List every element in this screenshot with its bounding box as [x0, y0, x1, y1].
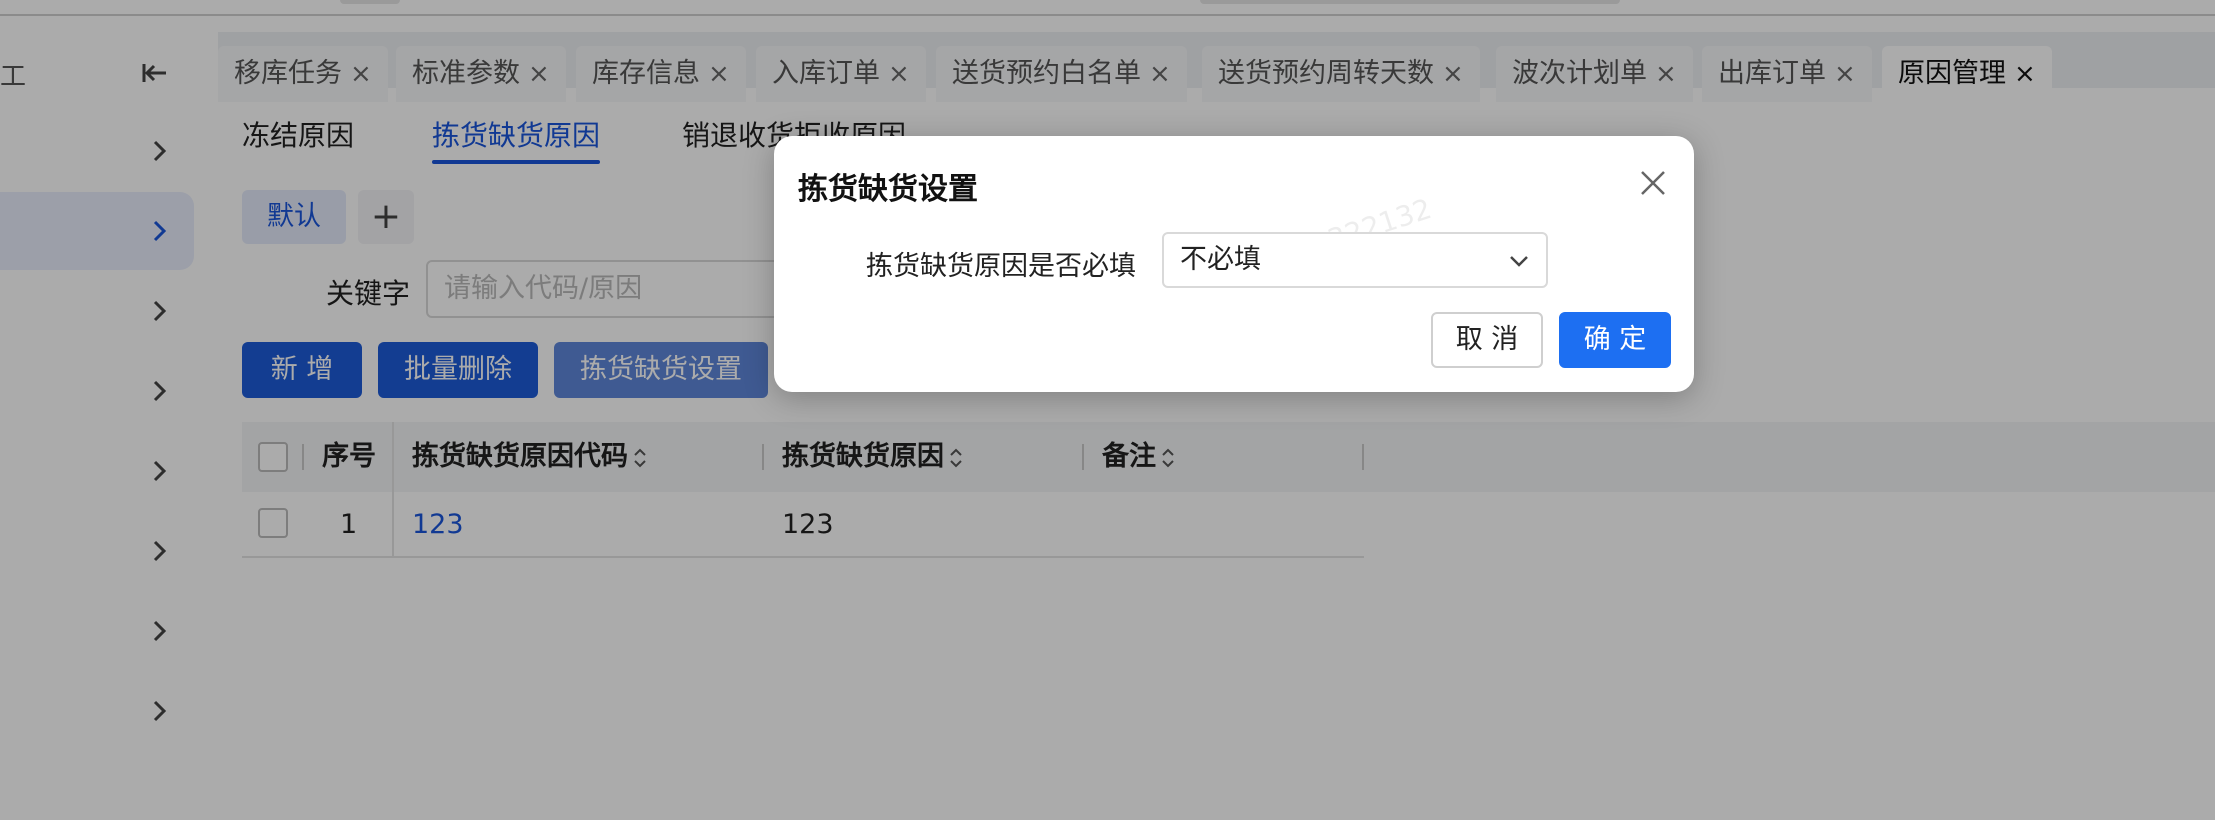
shortage-setting-modal: 321322132 拣货缺货设置 拣货缺货原因是否必填 不必填 取 消 确 定 [774, 136, 1694, 392]
required-select[interactable]: 不必填 [1162, 232, 1548, 288]
chevron-down-icon [1510, 256, 1528, 267]
confirm-button[interactable]: 确 定 [1559, 312, 1671, 368]
required-field-label: 拣货缺货原因是否必填 [866, 251, 1136, 282]
select-value: 不必填 [1180, 244, 1261, 275]
cancel-button[interactable]: 取 消 [1431, 312, 1543, 368]
modal-overlay[interactable] [0, 0, 2215, 820]
modal-title: 拣货缺货设置 [798, 172, 978, 207]
close-icon[interactable] [1636, 166, 1670, 200]
